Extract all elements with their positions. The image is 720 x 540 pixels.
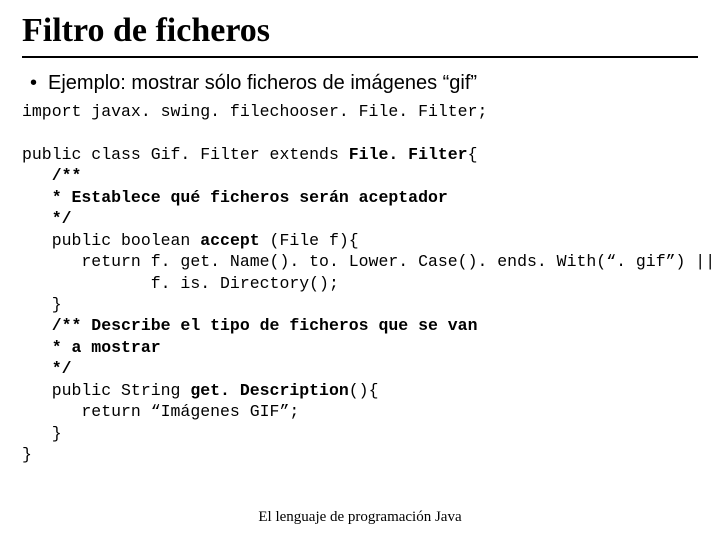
code-bold: */ (22, 209, 72, 228)
code-line: } (22, 424, 62, 443)
code-line: (File f){ (260, 231, 359, 250)
code-line: } (22, 445, 32, 464)
code-block: import javax. swing. filechooser. File. … (22, 101, 698, 465)
code-bold: File. Filter (349, 145, 468, 164)
slide-title: Filtro de ficheros (22, 12, 698, 50)
code-line: public boolean (22, 231, 200, 250)
code-line: return “Imágenes GIF”; (22, 402, 299, 421)
bullet-dot: • (30, 72, 48, 95)
code-bold: accept (200, 231, 259, 250)
code-line: (){ (349, 381, 379, 400)
code-bold: * Establece qué ficheros serán aceptador (22, 188, 448, 207)
code-line: f. is. Directory(); (22, 274, 339, 293)
title-rule (22, 56, 698, 58)
code-line: public String (22, 381, 190, 400)
bullet-item: • Ejemplo: mostrar sólo ficheros de imág… (30, 72, 698, 95)
code-line: } (22, 295, 62, 314)
code-line: import javax. swing. filechooser. File. … (22, 102, 487, 121)
code-bold: /** (22, 166, 81, 185)
code-bold: /** Describe el tipo de ficheros que se … (22, 316, 477, 335)
slide-footer: El lenguaje de programación Java (0, 509, 720, 526)
code-bold: */ (22, 359, 72, 378)
code-line: public class Gif. Filter extends (22, 145, 349, 164)
code-bold: get. Description (190, 381, 348, 400)
code-line: { (468, 145, 478, 164)
bullet-text: Ejemplo: mostrar sólo ficheros de imágen… (48, 72, 477, 95)
code-line: return f. get. Name(). to. Lower. Case()… (22, 252, 715, 271)
code-bold: * a mostrar (22, 338, 161, 357)
